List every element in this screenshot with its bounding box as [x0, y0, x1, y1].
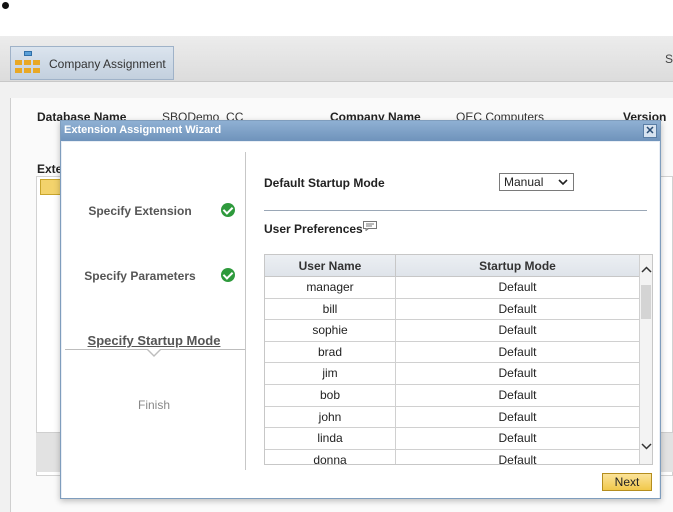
- topbar-right-text: S: [664, 52, 673, 66]
- startup-mode-cell[interactable]: Default: [396, 277, 639, 298]
- step-specify-startup-mode[interactable]: Specify Startup Mode: [62, 333, 246, 348]
- step-finish[interactable]: Finish: [62, 398, 246, 412]
- modal-title: Extension Assignment Wizard: [61, 121, 660, 141]
- user-name-cell: brad: [265, 341, 396, 363]
- table-row[interactable]: linda Default: [265, 428, 639, 450]
- startup-mode-cell[interactable]: Default: [396, 407, 639, 428]
- extension-assignment-wizard: Extension Assignment Wizard ✕ Specify Ex…: [60, 120, 661, 499]
- step-specify-extension[interactable]: Specify Extension: [62, 204, 246, 218]
- modal-body: Specify Extension Specify Parameters Spe…: [62, 142, 659, 498]
- chevron-down-icon: [558, 179, 568, 186]
- startup-mode-cell[interactable]: Default: [396, 385, 639, 406]
- chevron-up-icon[interactable]: [640, 263, 653, 277]
- user-name-cell: manager: [265, 277, 396, 298]
- column-header-user-name[interactable]: User Name: [265, 255, 396, 277]
- next-button[interactable]: Next: [602, 473, 652, 491]
- startup-mode-cell[interactable]: Default: [396, 342, 639, 363]
- check-icon: [221, 203, 235, 217]
- user-name-cell: sophie: [265, 320, 396, 341]
- table-row[interactable]: bill Default: [265, 298, 639, 321]
- column-header-startup-mode[interactable]: Startup Mode: [396, 255, 639, 277]
- user-preferences-table: User Name Startup Mode manager Default b…: [264, 254, 653, 465]
- table-body: manager Default bill Default sophie Defa…: [265, 277, 639, 464]
- wizard-steps: Specify Extension Specify Parameters Spe…: [62, 152, 246, 470]
- extensions-label: Exte: [37, 162, 63, 176]
- startup-mode-panel: Default Startup Mode Manual User Prefere…: [248, 142, 659, 498]
- table-row[interactable]: manager Default: [265, 277, 639, 299]
- user-preferences-label: User Preferences: [264, 222, 363, 236]
- user-name-cell: donna: [265, 449, 396, 464]
- bullet-dot: [2, 2, 9, 9]
- table-scrollbar[interactable]: [639, 255, 652, 464]
- section-separator: [264, 210, 647, 211]
- table-row[interactable]: sophie Default: [265, 320, 639, 342]
- user-name-cell: linda: [265, 428, 396, 449]
- user-name-cell: john: [265, 406, 396, 428]
- active-step-pointer-icon: [146, 348, 162, 357]
- chevron-down-icon[interactable]: [640, 439, 653, 453]
- table-row[interactable]: donna Default: [265, 449, 639, 464]
- startup-mode-cell[interactable]: Default: [396, 299, 639, 320]
- company-grid-icon: [15, 51, 41, 75]
- startup-mode-cell[interactable]: Default: [396, 320, 639, 341]
- startup-mode-cell[interactable]: Default: [396, 363, 639, 384]
- close-icon[interactable]: ✕: [643, 124, 657, 138]
- table-header: User Name Startup Mode: [265, 255, 652, 277]
- tab-label: Company Assignment: [49, 57, 166, 71]
- app-topbar: Company Assignment S: [0, 36, 673, 82]
- comment-icon[interactable]: [363, 221, 377, 231]
- scrollbar-thumb[interactable]: [641, 285, 651, 319]
- user-name-cell: bill: [265, 298, 396, 320]
- check-icon: [221, 268, 235, 282]
- user-name-cell: bob: [265, 384, 396, 406]
- default-startup-mode-select[interactable]: Manual: [499, 173, 574, 191]
- table-row[interactable]: john Default: [265, 406, 639, 429]
- startup-mode-cell[interactable]: Default: [396, 428, 639, 449]
- default-startup-mode-label: Default Startup Mode: [264, 176, 385, 190]
- table-row[interactable]: brad Default: [265, 341, 639, 364]
- table-row[interactable]: jim Default: [265, 363, 639, 385]
- user-name-cell: jim: [265, 363, 396, 384]
- tab-company-assignment[interactable]: Company Assignment: [10, 46, 174, 80]
- step-specify-parameters[interactable]: Specify Parameters: [62, 269, 246, 283]
- startup-mode-cell[interactable]: Default: [396, 450, 639, 464]
- table-row[interactable]: bob Default: [265, 384, 639, 407]
